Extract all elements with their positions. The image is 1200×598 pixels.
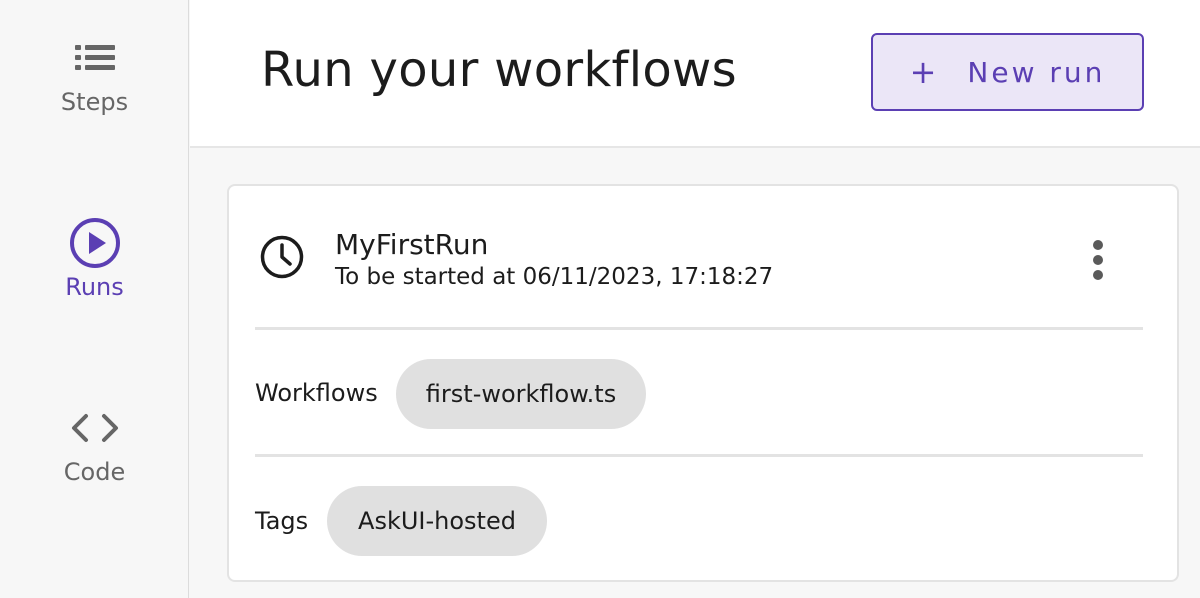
clock-icon xyxy=(260,235,304,279)
divider xyxy=(255,327,1143,330)
run-schedule: To be started at 06/11/2023, 17:18:27 xyxy=(335,264,774,290)
plus-icon: + xyxy=(909,53,940,91)
sidebar-item-label: Runs xyxy=(65,273,124,301)
tag-chip[interactable]: AskUI-hosted xyxy=(327,486,547,556)
workflow-chip[interactable]: first-workflow.ts xyxy=(396,359,646,429)
sidebar-item-steps[interactable]: Steps xyxy=(0,30,189,150)
new-run-label: New run xyxy=(967,55,1106,89)
sidebar-item-code[interactable]: Code xyxy=(0,400,189,520)
new-run-button[interactable]: + New run xyxy=(871,33,1144,111)
sidebar-item-runs[interactable]: Runs xyxy=(0,215,189,335)
code-icon xyxy=(67,400,123,456)
play-circle-icon xyxy=(67,215,123,271)
more-vertical-icon[interactable] xyxy=(1084,238,1112,282)
list-icon xyxy=(67,30,123,86)
page-title: Run your workflows xyxy=(261,42,737,98)
sidebar-item-label: Code xyxy=(63,458,126,486)
workflows-label: Workflows xyxy=(255,379,378,407)
sidebar-item-label: Steps xyxy=(60,88,129,116)
tags-label: Tags xyxy=(255,507,309,535)
divider xyxy=(255,454,1143,457)
sidebar: Steps Runs Code xyxy=(0,0,189,598)
run-name: MyFirstRun xyxy=(335,228,489,261)
page-header: Run your workflows + New run xyxy=(190,0,1200,148)
run-card: MyFirstRun To be started at 06/11/2023, … xyxy=(227,184,1179,582)
